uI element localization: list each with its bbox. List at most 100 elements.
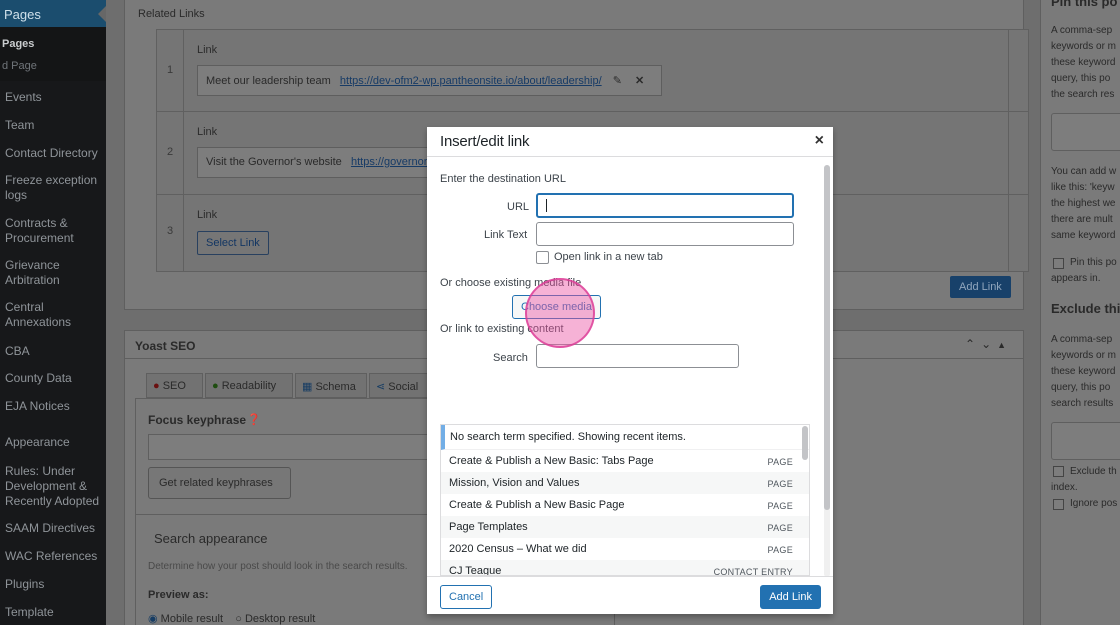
yoast-title: Yoast SEO xyxy=(135,339,196,353)
submenu-all-pages[interactable]: Pages xyxy=(0,31,106,53)
radio-mobile[interactable]: ◉ xyxy=(148,613,158,625)
sidebar-item-contracts-procurement[interactable]: Contracts & Procurement xyxy=(1,216,105,246)
open-new-tab-checkbox[interactable] xyxy=(536,251,549,264)
results-scrollbar[interactable] xyxy=(802,426,808,460)
link-label: Link xyxy=(197,126,218,138)
result-title: CJ Teague xyxy=(449,565,502,576)
result-type: PAGE xyxy=(767,545,793,555)
search-input[interactable] xyxy=(536,344,739,368)
list-item[interactable]: Page Templates PAGE xyxy=(441,516,809,538)
sidebar-item-appearance[interactable]: Appearance xyxy=(1,435,105,450)
result-type: PAGE xyxy=(767,501,793,511)
pin-check-label: Pin this po appears in. xyxy=(1051,257,1117,284)
search-label: Search xyxy=(493,352,528,364)
click-highlight xyxy=(525,278,595,348)
ignore-label: Ignore pos xyxy=(1070,498,1118,509)
sidebar-item-wac-references[interactable]: WAC References xyxy=(1,549,105,564)
sidebar-item-cba[interactable]: CBA xyxy=(1,344,105,359)
readability-status-icon: ● xyxy=(212,380,219,392)
get-related-keyphrases-button[interactable]: Get related keyphrases xyxy=(148,467,291,499)
link-box: Visit the Governor's website https://gov… xyxy=(197,147,447,178)
select-link-button[interactable]: Select Link xyxy=(197,231,269,255)
result-type: PAGE xyxy=(767,457,793,467)
pin-description-2: You can add w like this: 'keyw the highest… xyxy=(1051,166,1117,241)
sidebar-item-eja-notices[interactable]: EJA Notices xyxy=(1,399,105,414)
right-sidebar: Pin this po A comma-sep keywords or m thes… xyxy=(1040,0,1120,625)
radio-desktop[interactable]: ○ xyxy=(235,613,242,625)
link-box: Meet our leadership team https://dev-ofm… xyxy=(197,65,662,96)
edit-pencil-icon[interactable]: ✎ xyxy=(613,75,622,87)
link-text: Meet our leadership team xyxy=(206,75,331,87)
close-icon[interactable]: × xyxy=(815,132,824,150)
sidebar-item-county-data[interactable]: County Data xyxy=(1,371,105,386)
dialog-title: Insert/edit link xyxy=(440,133,530,150)
search-appearance-desc: Determine how your post should look in t… xyxy=(148,561,408,572)
exclude-checkbox[interactable] xyxy=(1053,466,1064,477)
add-related-link-button[interactable]: Add Link xyxy=(950,276,1011,298)
query-notice: No search term specified. Showing recent… xyxy=(441,425,809,450)
admin-sidebar: Pages Pages d Page Events Team Contact Dir… xyxy=(0,0,106,625)
pin-keywords-input[interactable] xyxy=(1051,113,1120,151)
pin-description: A comma-sep keywords or m these keyword que… xyxy=(1051,25,1117,100)
row-number: 3 xyxy=(157,195,184,271)
list-item[interactable]: Mission, Vision and Values PAGE xyxy=(441,472,809,494)
open-new-tab-label: Open link in a new tab xyxy=(554,251,663,263)
destination-url-label: Enter the destination URL xyxy=(440,173,566,185)
related-links-title: Related Links xyxy=(138,8,205,20)
sidebar-item-plugins[interactable]: Plugins xyxy=(1,577,105,592)
link-label: Link xyxy=(197,209,218,221)
link-url[interactable]: https://dev-ofm2-wp.pantheonsite.io/abou… xyxy=(340,75,602,87)
sidebar-item-saam-directives[interactable]: SAAM Directives xyxy=(1,521,105,536)
insert-edit-link-dialog: Insert/edit link × Enter the destination… xyxy=(427,127,833,614)
sidebar-item-pages[interactable]: Pages xyxy=(0,0,106,27)
url-label: URL xyxy=(507,201,530,213)
dialog-footer: Cancel Add Link xyxy=(427,576,833,614)
list-item[interactable]: Create & Publish a New Basic Page PAGE xyxy=(441,494,809,516)
result-title: 2020 Census – What we did xyxy=(449,543,587,555)
cancel-button[interactable]: Cancel xyxy=(440,585,493,609)
submenu-add-page[interactable]: d Page xyxy=(0,53,106,75)
share-icon: ⋖ xyxy=(376,381,386,393)
add-link-button[interactable]: Add Link xyxy=(760,585,821,609)
sidebar-item-grievance-arbitration[interactable]: Grievance Arbitration xyxy=(1,258,105,288)
tab-social[interactable]: ⋖ Social xyxy=(369,373,429,398)
url-input[interactable] xyxy=(536,193,794,218)
sidebar-item-events[interactable]: Events xyxy=(1,90,105,105)
result-title: Create & Publish a New Basic: Tabs Page xyxy=(449,455,654,467)
seo-status-icon: ● xyxy=(153,380,160,392)
ignore-checkbox[interactable] xyxy=(1053,499,1064,510)
list-item[interactable]: 2020 Census – What we did PAGE xyxy=(441,538,809,560)
pin-checkbox[interactable] xyxy=(1053,258,1064,269)
link-text-input[interactable] xyxy=(536,222,794,246)
pin-title: Pin this po xyxy=(1051,0,1118,9)
result-type: PAGE xyxy=(767,479,793,489)
sidebar-item-team[interactable]: Team xyxy=(1,118,105,133)
dialog-scrollbar[interactable] xyxy=(824,165,830,576)
chevron-up-icon[interactable]: ⌃ xyxy=(965,337,981,351)
sidebar-item-freeze-exception-logs[interactable]: Freeze exception logs xyxy=(1,173,105,203)
sidebar-item-central-annexations[interactable]: Central Annexations xyxy=(1,300,105,330)
list-item[interactable]: CJ Teague CONTACT ENTRY xyxy=(441,560,809,576)
list-item[interactable]: Create & Publish a New Basic: Tabs Page P… xyxy=(441,450,809,472)
sidebar-item-label: Pages xyxy=(4,7,41,22)
dialog-header: Insert/edit link × xyxy=(427,127,833,157)
sidebar-item-contact-directory[interactable]: Contact Directory xyxy=(1,146,105,161)
tab-schema[interactable]: ▦ Schema xyxy=(295,373,367,398)
result-title: Page Templates xyxy=(449,521,528,533)
remove-link-icon[interactable]: ✕ xyxy=(635,75,644,87)
result-type: PAGE xyxy=(767,523,793,533)
tab-seo[interactable]: ● SEO xyxy=(146,373,203,398)
row-number: 2 xyxy=(157,112,184,194)
dialog-body: Enter the destination URL URL Link Text … xyxy=(427,158,833,576)
help-icon[interactable]: ❓ xyxy=(247,413,261,426)
sidebar-item-template[interactable]: Template xyxy=(1,605,105,620)
sidebar-submenu: Pages d Page xyxy=(0,27,106,81)
tab-readability[interactable]: ● Readability xyxy=(205,373,293,398)
chevron-down-icon[interactable]: ⌄ xyxy=(981,337,997,351)
toggle-arrow-icon[interactable]: ▲ xyxy=(997,340,1012,350)
exclude-keywords-input[interactable] xyxy=(1051,422,1120,460)
preview-as-label: Preview as: xyxy=(148,589,209,601)
schema-grid-icon: ▦ xyxy=(302,381,313,393)
sidebar-item-rules-under-development-recently-adopted[interactable]: Rules: Under Development & Recently Adop… xyxy=(1,464,105,509)
result-title: Create & Publish a New Basic Page xyxy=(449,499,625,511)
